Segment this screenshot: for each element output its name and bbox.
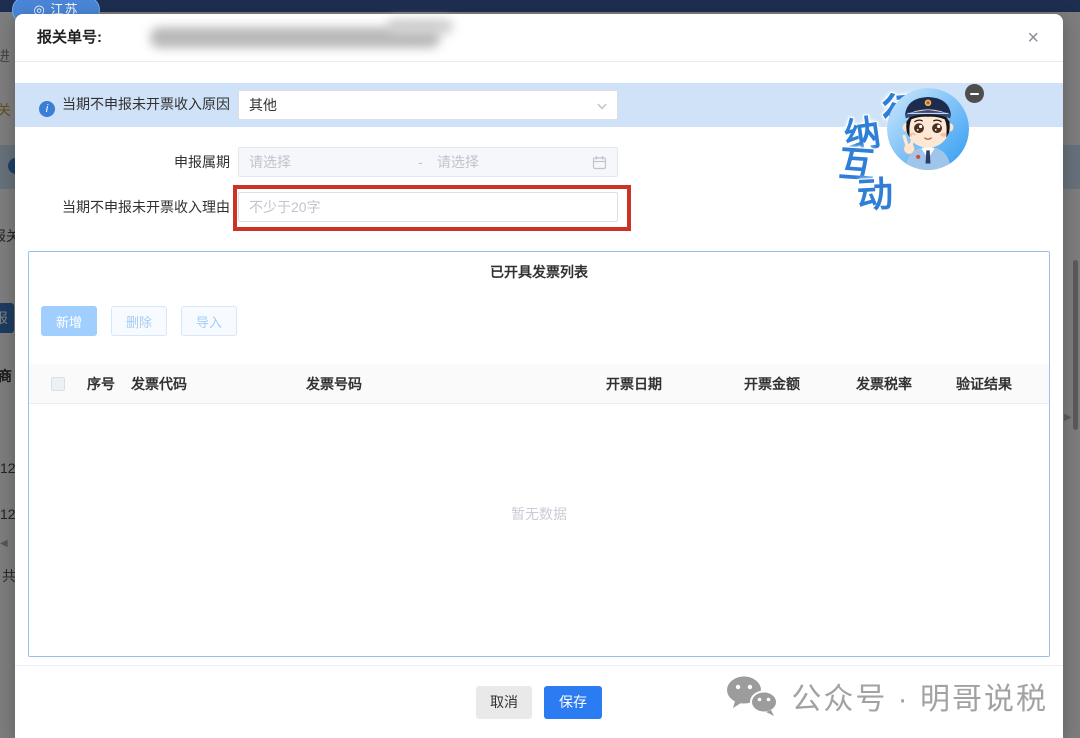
period-range-picker[interactable]: 请选择 - 请选择: [238, 147, 618, 177]
issued-invoice-panel: 已开具发票列表 新增 删除 导入 序号 发票代码 发票号码 开票日期 开票金额 …: [28, 251, 1050, 657]
empty-data-text: 暂无数据: [29, 504, 1049, 524]
close-icon[interactable]: ×: [1021, 14, 1045, 62]
mascot-avatar: [887, 88, 969, 170]
col-invoice-code: 发票代码: [123, 374, 298, 394]
range-separator: -: [404, 154, 437, 170]
col-invoice-number: 发票号码: [298, 374, 598, 394]
mascot-char: 动: [856, 165, 895, 219]
col-tax-rate: 发票税率: [848, 374, 948, 394]
uninvoiced-reason-label: i 当期不申报未开票收入原因: [15, 94, 230, 117]
tax-interaction-widget[interactable]: 征 纳 互 动: [828, 58, 990, 210]
panel-title: 已开具发票列表: [29, 262, 1049, 282]
minimize-widget-button[interactable]: [965, 84, 984, 103]
watermark-text: 公众号 · 明哥说税: [791, 674, 1048, 718]
select-value: 其他: [249, 95, 277, 115]
period-label: 申报属期: [15, 152, 230, 172]
col-seq: 序号: [79, 374, 123, 394]
table-header-row: 序号 发票代码 发票号码 开票日期 开票金额 发票税率 验证结果: [29, 364, 1049, 404]
minus-icon: [970, 93, 979, 95]
select-all-checkbox[interactable]: [51, 377, 65, 391]
reason-input[interactable]: [238, 192, 618, 222]
info-icon: i: [39, 101, 55, 117]
import-button[interactable]: 导入: [181, 306, 237, 336]
col-invoice-date: 开票日期: [598, 374, 736, 394]
cancel-button[interactable]: 取消: [476, 686, 532, 719]
chevron-down-icon: [595, 99, 609, 113]
calendar-icon: [592, 155, 607, 170]
dialog-header: 报关单号: ×: [15, 14, 1063, 62]
period-start-placeholder: 请选择: [249, 152, 404, 172]
field-label: 当期不申报未开票收入原因: [62, 96, 230, 112]
add-button[interactable]: 新增: [41, 306, 97, 336]
period-end-placeholder: 请选择: [437, 152, 592, 172]
dialog-title: 报关单号:: [37, 14, 102, 62]
save-button[interactable]: 保存: [544, 686, 602, 719]
col-verify-result: 验证结果: [948, 374, 1049, 394]
uninvoiced-reason-select[interactable]: 其他: [238, 90, 618, 120]
reason-label: 当期不申报未开票收入理由: [15, 197, 230, 217]
watermark: 公众号 · 明哥说税: [725, 674, 1048, 718]
wechat-icon: [725, 675, 779, 717]
col-invoice-amount: 开票金额: [736, 374, 848, 394]
redacted-declaration-number: [387, 19, 453, 34]
delete-button[interactable]: 删除: [111, 306, 167, 336]
tax-officer-illustration: [887, 88, 969, 170]
